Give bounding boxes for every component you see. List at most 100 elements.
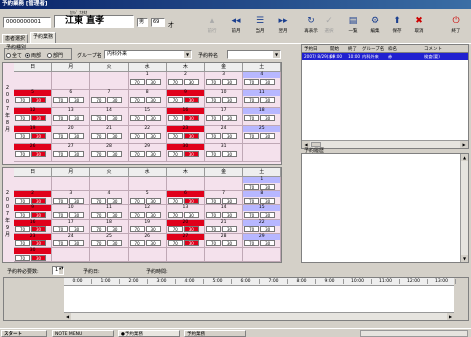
calendar-day[interactable]: 5 70 30	[14, 90, 53, 108]
slot-b[interactable]: 30	[222, 226, 237, 233]
slot-a[interactable]: 70	[244, 78, 260, 85]
calendar-day[interactable]: 11 70 30	[90, 205, 129, 220]
prev-month-button[interactable]: ◂◂ 前月	[225, 16, 247, 38]
slot-b[interactable]: 30	[145, 226, 161, 233]
radio-all[interactable]: 全て	[6, 52, 22, 59]
slot-a[interactable]: 70	[129, 150, 145, 157]
calendar-day[interactable]: 19 70 30	[14, 126, 53, 144]
slot-a[interactable]: 70	[15, 150, 30, 157]
slot-a[interactable]: 70	[129, 226, 145, 233]
slot-a[interactable]: 70	[53, 197, 69, 204]
slot-b[interactable]: 30	[222, 240, 237, 247]
slot-b[interactable]: 30	[145, 78, 161, 85]
slot-a[interactable]: 70	[129, 240, 145, 247]
calendar-day[interactable]: 1 70 30	[243, 177, 282, 192]
slot-b[interactable]: 30	[222, 78, 237, 85]
slot-b[interactable]: 30	[107, 240, 123, 247]
calendar-day[interactable]: 29 70 30	[243, 233, 282, 248]
slot-a[interactable]: 70	[206, 78, 221, 85]
slot-a[interactable]: 70	[53, 240, 69, 247]
slot-b[interactable]: 30	[183, 150, 199, 157]
slot-a[interactable]: 70	[15, 240, 30, 247]
slot-b[interactable]: 30	[145, 197, 161, 204]
slot-a[interactable]: 70	[15, 197, 30, 204]
calendar-day[interactable]: 17 70 30	[52, 219, 91, 234]
slot-b[interactable]: 30	[183, 132, 199, 139]
select-button[interactable]: ✓ 選択	[318, 16, 340, 38]
calendar-day[interactable]: 12 70 30	[128, 205, 167, 220]
calendar-day[interactable]: 21 70 30	[90, 126, 129, 144]
radio-both[interactable]: 両部	[25, 52, 41, 59]
calendar-day[interactable]: 14 70 30	[90, 108, 129, 126]
calendar-day[interactable]: 6 70 30	[52, 90, 91, 108]
slot-a[interactable]: 70	[91, 197, 107, 204]
slot-a[interactable]: 70	[244, 226, 260, 233]
slot-b[interactable]: 30	[260, 96, 276, 103]
calendar-day[interactable]: 25 70 30	[90, 233, 129, 248]
calendar-day[interactable]: 30 70 30	[166, 144, 205, 162]
slot-b[interactable]: 30	[145, 240, 161, 247]
calendar-day[interactable]: 28 70 30	[205, 233, 244, 248]
next-month-button[interactable]: ▸▸ 翌月	[272, 16, 294, 38]
slot-a[interactable]: 70	[206, 197, 221, 204]
slot-a[interactable]: 70	[244, 197, 260, 204]
slot-b[interactable]: 30	[222, 197, 237, 204]
group-select[interactable]: 内科外来 ▼	[104, 50, 192, 59]
save-button[interactable]: ⬆ 保存	[386, 16, 408, 38]
calendar-day[interactable]: 18 70 30	[243, 108, 282, 126]
slot-a[interactable]: 70	[53, 226, 69, 233]
edit-button[interactable]: ⚙ 編集	[364, 16, 386, 38]
calendar-day[interactable]: 8 70 30	[128, 90, 167, 108]
slot-b[interactable]: 30	[69, 132, 85, 139]
slot-b[interactable]: 30	[145, 96, 161, 103]
slot-a[interactable]: 70	[206, 240, 221, 247]
slot-b[interactable]: 30	[260, 197, 276, 204]
slot-a[interactable]: 70	[91, 240, 107, 247]
slot-a[interactable]: 70	[15, 96, 30, 103]
calendar-day[interactable]: 15 70 30	[128, 108, 167, 126]
cancel-button[interactable]: ✖ 取消	[408, 16, 430, 38]
patient-name-field[interactable]: 江東 直孝	[54, 15, 134, 28]
slot-a[interactable]: 70	[206, 211, 221, 218]
slot-b[interactable]: 30	[69, 150, 85, 157]
slot-a[interactable]: 70	[53, 211, 69, 218]
prev-row-button[interactable]: ▴ 前行	[201, 16, 223, 38]
slot-a[interactable]: 70	[129, 96, 145, 103]
slot-a[interactable]: 70	[244, 96, 260, 103]
slot-a[interactable]: 70	[91, 132, 107, 139]
slot-b[interactable]: 30	[222, 211, 237, 218]
calendar-day[interactable]: 2 70 30	[166, 72, 205, 90]
calendar-day[interactable]: 5 70 30	[128, 191, 167, 206]
calendar-day[interactable]: 13 70 30	[52, 108, 91, 126]
calendar-day[interactable]: 31 70 30	[205, 144, 244, 162]
calendar-day[interactable]: 20 70 30	[52, 126, 91, 144]
slot-b[interactable]: 30	[31, 132, 46, 139]
calendar-day[interactable]: 15 70 30	[243, 205, 282, 220]
slot-a[interactable]: 70	[91, 114, 107, 121]
start-button[interactable]: スタート	[1, 330, 47, 337]
calendar-day[interactable]: 4 70 30	[243, 72, 282, 90]
slot-a[interactable]: 70	[15, 211, 30, 218]
slot-a[interactable]: 70	[206, 114, 221, 121]
calendar-day[interactable]: 12 70 30	[14, 108, 53, 126]
slot-a[interactable]: 70	[129, 197, 145, 204]
calendar-day[interactable]: 16 70 30	[14, 219, 53, 234]
slot-b[interactable]: 30	[183, 211, 199, 218]
calendar-day[interactable]: 23 70 30	[14, 233, 53, 248]
slot-b[interactable]: 30	[107, 226, 123, 233]
horizontal-scrollbar[interactable]: ◀ ▶	[302, 140, 468, 148]
slot-a[interactable]: 70	[129, 132, 145, 139]
calendar-day[interactable]: 6 70 30	[166, 191, 205, 206]
taskbar-item-reservation[interactable]: 予約業務	[184, 330, 246, 337]
exit-button[interactable]: ⏻ 終了	[445, 16, 467, 38]
slot-b[interactable]: 30	[260, 132, 276, 139]
taskbar-item-reservation-active[interactable]: ●予約業務	[118, 330, 180, 337]
slot-b[interactable]: 30	[222, 114, 237, 121]
slot-a[interactable]: 70	[167, 150, 183, 157]
calendar-day[interactable]: 7 70 30	[90, 90, 129, 108]
calendar-day[interactable]: 11 70 30	[243, 90, 282, 108]
slot-b[interactable]: 30	[107, 132, 123, 139]
slot-a[interactable]: 70	[167, 78, 183, 85]
slot-a[interactable]: 70	[15, 114, 30, 121]
slot-a[interactable]: 70	[167, 240, 183, 247]
